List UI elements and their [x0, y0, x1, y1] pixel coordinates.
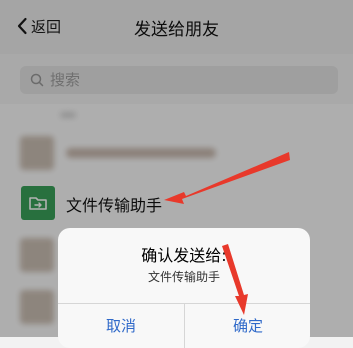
dialog-title: 确认发送给: — [141, 246, 227, 265]
confirm-dialog: 确认发送给: 文件传输助手 取消 确定 — [58, 228, 310, 348]
cancel-button[interactable]: 取消 — [58, 304, 184, 348]
confirm-button[interactable]: 确定 — [185, 304, 310, 348]
dialog-recipient: 文件传输助手 — [147, 270, 220, 284]
